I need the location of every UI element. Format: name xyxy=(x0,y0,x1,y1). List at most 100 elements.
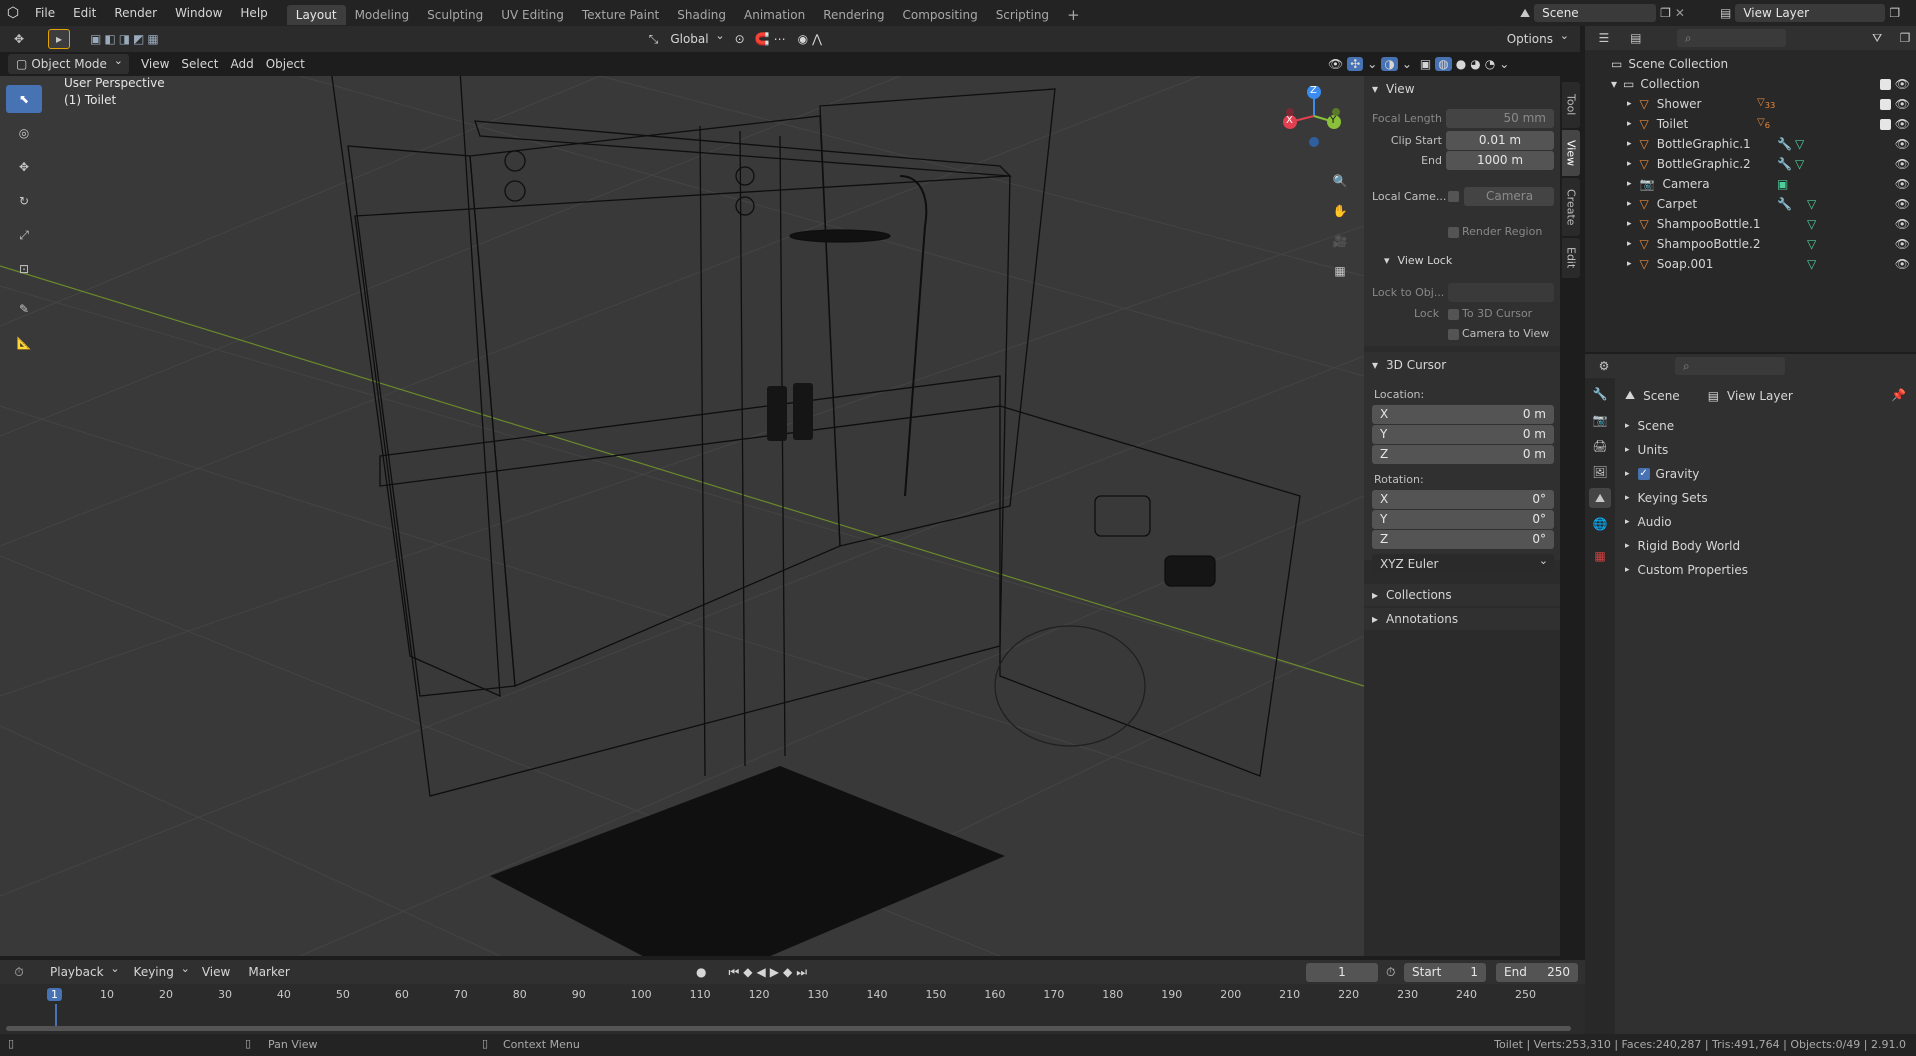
copy-layer-icon[interactable]: ❐ xyxy=(1889,6,1900,20)
marker-menu[interactable]: Marker xyxy=(242,962,295,982)
prev-keyframe-icon[interactable]: ◆ xyxy=(743,965,752,980)
select-invert-icon[interactable]: ◩ xyxy=(133,32,144,46)
expand-arrow-icon[interactable]: ▸ xyxy=(1627,154,1632,174)
eye-icon[interactable]: 👁 xyxy=(1895,214,1910,234)
falloff-icon[interactable]: ⋀ xyxy=(812,32,822,46)
gizmo-toggle-icon[interactable]: ✣ xyxy=(1347,57,1364,71)
next-keyframe-icon[interactable]: ◆ xyxy=(783,965,792,980)
cursor-rotation-y[interactable]: Y 0° xyxy=(1372,510,1554,529)
playback-menu[interactable]: Playback xyxy=(42,959,126,982)
xray-icon[interactable]: ▣ xyxy=(1420,57,1431,71)
section-custom-properties[interactable]: ▸ Custom Properties xyxy=(1625,558,1905,582)
snap-target-icon[interactable]: ⋯ xyxy=(774,32,786,46)
mesh-data-icon[interactable]: ▽ xyxy=(1795,154,1804,174)
menu-file[interactable]: File xyxy=(26,0,64,26)
outliner-item-soap-001[interactable]: ▸ ▽ Soap.001 👁 ▽ xyxy=(1627,254,1916,274)
tab-shading[interactable]: Shading xyxy=(668,5,735,25)
cursor-location-x[interactable]: X 0 m xyxy=(1372,405,1554,424)
tab-rendering[interactable]: Rendering xyxy=(814,5,893,25)
render-tab-icon[interactable]: 📷 xyxy=(1589,410,1611,430)
select-extend-icon[interactable]: ◧ xyxy=(104,32,115,46)
clip-end-field[interactable]: 1000 m xyxy=(1446,151,1554,170)
exclude-checkbox[interactable] xyxy=(1880,98,1891,110)
menu-render[interactable]: Render xyxy=(105,0,166,26)
tab-texture-paint[interactable]: Texture Paint xyxy=(573,5,668,25)
material-shading-icon[interactable]: ◕ xyxy=(1470,57,1480,71)
start-frame-field[interactable]: Start 1 xyxy=(1404,962,1486,982)
tool-tab-icon[interactable]: 🔧 xyxy=(1589,384,1611,404)
outliner-item-shampoobottle-2[interactable]: ▸ ▽ ShampooBottle.2 👁 ▽ xyxy=(1627,234,1916,254)
scene-tab-icon[interactable]: ⛰ xyxy=(1589,488,1611,508)
eye-icon[interactable]: 👁 xyxy=(1895,234,1910,254)
snap-icon[interactable]: 🧲 xyxy=(755,32,770,46)
exclude-checkbox[interactable] xyxy=(1880,78,1891,90)
outliner-item-shampoobottle-1[interactable]: ▸ ▽ ShampooBottle.1 👁 ▽ xyxy=(1627,214,1916,234)
outliner-editor-icon[interactable]: ☰ xyxy=(1593,28,1615,48)
play-reverse-icon[interactable]: ◀ xyxy=(757,965,766,980)
menu-view[interactable]: View xyxy=(135,54,175,74)
gravity-checkbox[interactable]: ✓ xyxy=(1637,468,1650,480)
eye-icon[interactable]: 👁 xyxy=(1895,134,1910,154)
solid-shading-icon[interactable]: ● xyxy=(1456,57,1466,71)
view-lock-header[interactable]: ▾ View Lock xyxy=(1384,254,1452,267)
menu-edit[interactable]: Edit xyxy=(64,0,105,26)
filter-icon[interactable]: ⛛ xyxy=(1866,28,1888,48)
section-keying-sets[interactable]: ▸ Keying Sets xyxy=(1625,486,1905,510)
move-tool-icon[interactable]: ✥ xyxy=(6,153,42,181)
view-layer-field[interactable]: View Layer xyxy=(1735,4,1886,22)
end-frame-field[interactable]: End 250 xyxy=(1496,962,1578,982)
new-collection-icon[interactable]: ❐ xyxy=(1894,28,1916,48)
annotations-section[interactable]: ▸ Annotations xyxy=(1364,608,1560,630)
outliner-scene-collection[interactable]: ▭ Scene Collection xyxy=(1611,54,1881,74)
orientation-group[interactable]: ⤡ Global ⊙ 🧲 ⋯ ◉ ⋀ xyxy=(649,26,822,49)
exclude-checkbox[interactable] xyxy=(1880,118,1891,130)
properties-search-input[interactable]: ⌕ xyxy=(1675,357,1785,375)
proportional-icon[interactable]: ◉ xyxy=(798,32,808,46)
render-region-checkbox[interactable] xyxy=(1448,227,1459,238)
eye-icon[interactable]: 👁 xyxy=(1895,154,1910,174)
output-tab-icon[interactable]: 🖨 xyxy=(1589,436,1611,456)
zoom-icon[interactable]: 🔍 xyxy=(1328,169,1352,193)
jump-start-icon[interactable]: ⏮ xyxy=(728,965,739,980)
tab-modeling[interactable]: Modeling xyxy=(346,5,419,25)
tab-sculpting[interactable]: Sculpting xyxy=(418,5,492,25)
focal-length-field[interactable]: 50 mm xyxy=(1446,109,1554,128)
view-section-header[interactable]: ▾ View xyxy=(1372,82,1415,96)
modifier-icon[interactable]: 🔧 xyxy=(1777,154,1792,174)
expand-arrow-icon[interactable]: ▸ xyxy=(1627,214,1632,234)
outliner-item-toilet[interactable]: ▸ ▽ Toilet 👁 ▽6 xyxy=(1627,114,1916,134)
cursor-section-header[interactable]: ▾ 3D Cursor xyxy=(1372,358,1446,372)
stopwatch-icon[interactable]: ⏱ xyxy=(1386,965,1395,980)
tab-create[interactable]: Create xyxy=(1562,178,1580,236)
cursor-tool-icon[interactable]: ◎ xyxy=(6,119,42,147)
overlay-dropdown-icon[interactable]: ⌄ xyxy=(1402,57,1412,71)
expand-arrow-icon[interactable]: ▸ xyxy=(1627,234,1632,254)
scale-tool-icon[interactable]: ⤢ xyxy=(6,221,42,249)
tab-tool[interactable]: Tool xyxy=(1562,82,1580,128)
eye-icon[interactable]: 👁 xyxy=(1895,194,1910,214)
outliner-item-carpet[interactable]: ▸ ▽ Carpet 👁 🔧 ▽ xyxy=(1627,194,1916,214)
timeline-scrollbar[interactable] xyxy=(6,1026,1571,1031)
expand-arrow-icon[interactable]: ▸ xyxy=(1627,114,1632,134)
rotate-tool-icon[interactable]: ↻ xyxy=(6,187,42,215)
mode-dropdown[interactable]: ▢ Object Mode xyxy=(8,51,129,74)
pivot-icon[interactable]: ⊙ xyxy=(735,32,745,46)
local-camera-checkbox[interactable] xyxy=(1448,191,1459,202)
cursor-rotation-x[interactable]: X 0° xyxy=(1372,490,1554,509)
expand-arrow-icon[interactable]: ▸ xyxy=(1627,134,1632,154)
menu-window[interactable]: Window xyxy=(166,0,231,26)
outliner-search-input[interactable]: ⌕ xyxy=(1676,29,1787,47)
camera-view-icon[interactable]: 🎥 xyxy=(1328,229,1352,253)
copy-scene-icon[interactable]: ❐ xyxy=(1660,6,1671,20)
section-rigid-body-world[interactable]: ▸ Rigid Body World xyxy=(1625,534,1905,558)
outliner-collection[interactable]: ▾ ▭ Collection 👁 xyxy=(1611,74,1916,94)
cursor-location-z[interactable]: Z 0 m xyxy=(1372,445,1554,464)
eye-icon[interactable]: 👁 xyxy=(1895,94,1910,114)
expand-arrow-icon[interactable]: ▸ xyxy=(1627,194,1632,214)
mesh-data-icon[interactable]: ▽ xyxy=(1807,214,1816,234)
delete-scene-icon[interactable]: ✕ xyxy=(1675,6,1685,20)
record-icon[interactable]: ● xyxy=(696,965,706,980)
view-layer-selector[interactable]: ▤ View Layer ❐ xyxy=(1720,3,1912,23)
eye-icon[interactable]: 👁 xyxy=(1895,74,1910,94)
select-intersect-icon[interactable]: ▦ xyxy=(147,32,158,46)
